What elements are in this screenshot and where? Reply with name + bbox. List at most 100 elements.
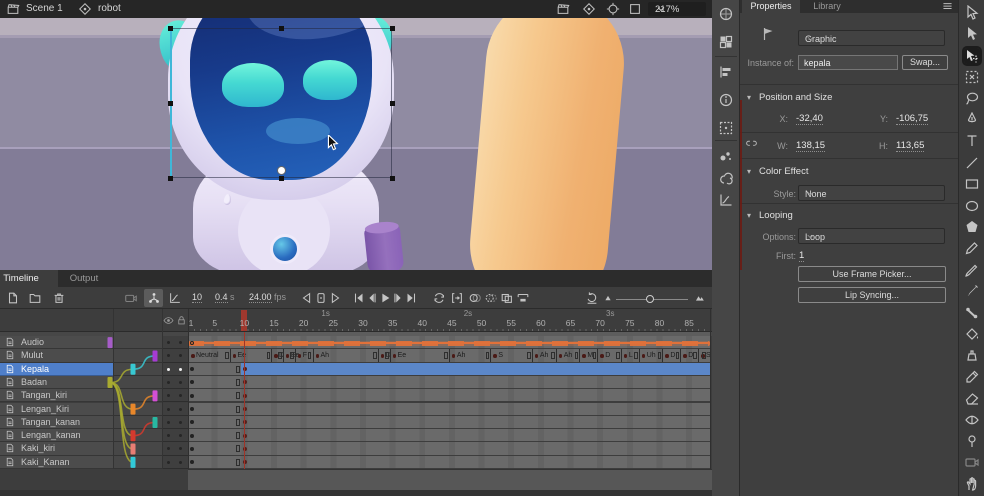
mouth-cue-d[interactable]: D: [597, 349, 621, 362]
section-color-effect[interactable]: Color Effect: [759, 166, 808, 177]
step-forward-icon[interactable]: [328, 291, 342, 305]
layer-name-tangan-kanan[interactable]: Tangan_kanan: [0, 416, 113, 429]
ink-bottle-tool-icon[interactable]: [964, 347, 980, 363]
layer-name-kaki-kiri[interactable]: Kaki_kiri: [0, 442, 113, 455]
color-panel-icon[interactable]: [718, 6, 734, 22]
layer-frames-kaki-kiri[interactable]: [188, 442, 710, 455]
tab-properties[interactable]: Properties: [742, 0, 800, 13]
paint-bucket-tool-icon[interactable]: [964, 326, 980, 342]
selection-handle[interactable]: [168, 176, 173, 181]
info-panel-icon[interactable]: [718, 92, 734, 108]
keyframe-dot[interactable]: [190, 460, 194, 464]
hand-tool-icon[interactable]: [964, 476, 980, 492]
prev-frame-icon[interactable]: [365, 291, 379, 305]
align-panel-icon[interactable]: [718, 64, 734, 80]
bone-tool-icon[interactable]: [964, 305, 980, 321]
tab-timeline[interactable]: Timeline: [0, 270, 58, 287]
layer-frames-tangan-kiri[interactable]: [188, 389, 710, 402]
zoom-out-timeline-icon[interactable]: [601, 291, 615, 305]
eraser-tool-icon[interactable]: [964, 390, 980, 406]
new-folder-icon[interactable]: [28, 291, 42, 305]
text-tool-icon[interactable]: [964, 133, 980, 149]
mouth-cue-ah[interactable]: Ah: [313, 349, 378, 362]
section-looping[interactable]: Looping: [759, 210, 793, 221]
mouth-cue-ee[interactable]: Ee: [283, 349, 295, 362]
new-layer-icon[interactable]: [6, 291, 20, 305]
eyedropper-tool-icon[interactable]: [964, 369, 980, 385]
loop-playback-icon[interactable]: [432, 291, 446, 305]
layer-frames-lengan-kanan[interactable]: [188, 429, 710, 442]
layer-name-tangan-kiri[interactable]: Tangan_kiri: [0, 389, 113, 402]
y-value[interactable]: -106,75: [896, 113, 928, 124]
oval-tool-icon[interactable]: [964, 198, 980, 214]
camera-tool-icon[interactable]: [964, 454, 980, 470]
layer-frames-audio[interactable]: [188, 336, 710, 349]
next-frame-icon[interactable]: [391, 291, 405, 305]
lip-syncing-button[interactable]: Lip Syncing...: [798, 287, 946, 303]
breadcrumb-symbol[interactable]: robot: [98, 3, 121, 14]
selection-handle[interactable]: [390, 101, 395, 106]
mouth-cue-ee[interactable]: Ee: [390, 349, 449, 362]
collapse-triangle-icon[interactable]: ▾: [747, 211, 751, 220]
color-style-select[interactable]: None: [798, 185, 945, 201]
layer-frames-mulut[interactable]: Neutral Ee D Ee F Ah D Ee Ah: [188, 349, 710, 362]
span-end-marker[interactable]: [236, 432, 240, 439]
layer-name-lengan-kiri[interactable]: Lengan_Kiri: [0, 403, 113, 416]
stage-zoom-select[interactable]: 217%: [648, 2, 706, 16]
selection-handle[interactable]: [279, 26, 284, 31]
mouth-cue-ah[interactable]: Ah: [449, 349, 491, 362]
layer-name-kaki-kanan[interactable]: Kaki_Kanan: [0, 456, 113, 469]
onion-skin-outlines-icon[interactable]: [484, 291, 498, 305]
selection-tool-icon[interactable]: [964, 26, 980, 42]
mouth-cue-d[interactable]: D: [271, 349, 283, 362]
mouth-cue-uh[interactable]: Uh: [639, 349, 663, 362]
mouth-cue-l[interactable]: L: [621, 349, 639, 362]
reset-timeline-zoom-icon[interactable]: [585, 291, 599, 305]
onion-skin-icon[interactable]: [468, 291, 482, 305]
lasso-tool-icon[interactable]: [964, 91, 980, 107]
keyframe-hollow-dot[interactable]: [190, 341, 194, 345]
current-frame-field[interactable]: 10: [192, 292, 202, 302]
w-value[interactable]: 138,15: [796, 140, 825, 151]
zoom-in-timeline-icon[interactable]: [692, 291, 706, 305]
selection-handle[interactable]: [168, 101, 173, 106]
clip-content-icon[interactable]: [628, 2, 642, 16]
collapse-triangle-icon[interactable]: ▾: [747, 93, 751, 102]
layer-parenting-rig[interactable]: [100, 336, 188, 469]
layer-frames-tangan-kanan[interactable]: [188, 416, 710, 429]
swap-button[interactable]: Swap...: [902, 55, 948, 70]
asset-warp-tool-icon[interactable]: [964, 48, 980, 64]
frame-marker-icon[interactable]: [314, 291, 328, 305]
selection-bounding-box[interactable]: [170, 28, 392, 178]
mouth-cue-d[interactable]: D: [662, 349, 680, 362]
show-hide-all-icon[interactable]: [163, 315, 174, 326]
brush-library-panel-icon[interactable]: [718, 148, 734, 164]
step-back-icon[interactable]: [300, 291, 314, 305]
layer-frames-kaki-kanan[interactable]: [188, 456, 710, 469]
fluid-brush-tool-icon[interactable]: [964, 283, 980, 299]
mouth-cue-m[interactable]: M: [579, 349, 597, 362]
span-end-marker[interactable]: [236, 366, 240, 373]
selected-frame-span[interactable]: [241, 363, 710, 376]
mouth-cue-d[interactable]: D: [680, 349, 698, 362]
span-end-marker[interactable]: [236, 445, 240, 452]
graph-editor-icon[interactable]: [168, 291, 182, 305]
mouth-cue-s[interactable]: S: [490, 349, 532, 362]
keyframe-dot[interactable]: [190, 407, 194, 411]
loop-range-icon[interactable]: [450, 291, 464, 305]
polystar-tool-icon[interactable]: [964, 219, 980, 235]
swatches-panel-icon[interactable]: [718, 34, 734, 50]
stage-canvas[interactable]: [0, 18, 712, 270]
panel-menu-icon[interactable]: [941, 0, 954, 13]
selection-handle[interactable]: [390, 176, 395, 181]
pencil-tool-icon[interactable]: [964, 240, 980, 256]
mouth-cue-ah[interactable]: Ah: [556, 349, 580, 362]
loop-options-select[interactable]: Loop: [798, 228, 945, 244]
span-end-marker[interactable]: [236, 406, 240, 413]
motion-editor-panel-icon[interactable]: [718, 192, 734, 208]
breadcrumb-scene[interactable]: Scene 1: [26, 3, 63, 14]
mouth-cue-f[interactable]: F: [295, 349, 313, 362]
pen-tool-icon[interactable]: [964, 112, 980, 128]
transform-panel-icon[interactable]: [718, 120, 734, 136]
width-tool-icon[interactable]: [964, 412, 980, 428]
